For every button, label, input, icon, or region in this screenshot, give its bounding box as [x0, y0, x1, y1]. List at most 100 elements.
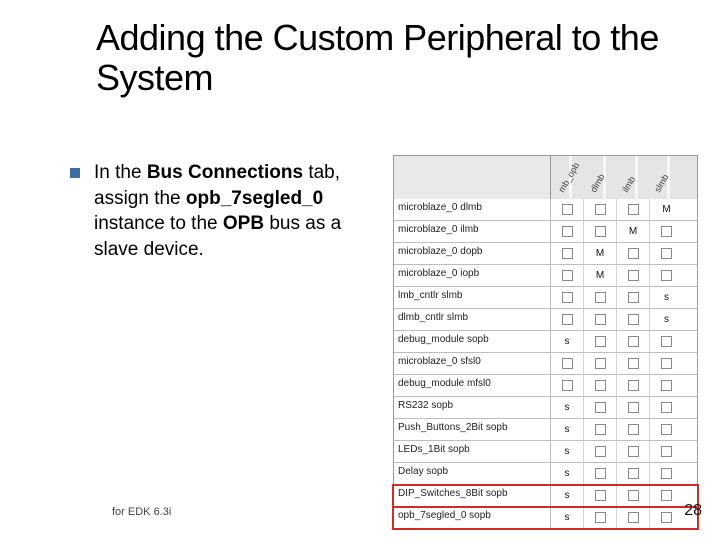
bus-cell[interactable] — [584, 375, 617, 396]
bus-cell[interactable]: M — [584, 243, 617, 264]
bus-cell[interactable] — [617, 287, 650, 308]
bus-cell[interactable] — [617, 485, 650, 506]
checkbox-icon[interactable] — [595, 490, 606, 501]
checkbox-icon[interactable] — [562, 248, 573, 259]
checkbox-icon[interactable] — [661, 512, 672, 523]
bus-cell[interactable] — [551, 309, 584, 330]
bus-cell[interactable] — [650, 265, 683, 286]
bus-cell[interactable]: s — [650, 309, 683, 330]
bus-cell[interactable] — [584, 309, 617, 330]
checkbox-icon[interactable] — [628, 270, 639, 281]
bus-cell[interactable] — [650, 243, 683, 264]
checkbox-icon[interactable] — [595, 512, 606, 523]
checkbox-icon[interactable] — [595, 292, 606, 303]
bus-cell[interactable] — [584, 441, 617, 462]
checkbox-icon[interactable] — [661, 226, 672, 237]
checkbox-icon[interactable] — [595, 336, 606, 347]
checkbox-icon[interactable] — [595, 204, 606, 215]
checkbox-icon[interactable] — [595, 358, 606, 369]
bus-cell[interactable] — [584, 353, 617, 374]
bus-cell[interactable] — [650, 507, 683, 528]
checkbox-icon[interactable] — [628, 402, 639, 413]
bus-cell[interactable]: s — [551, 507, 584, 528]
bus-cell[interactable] — [650, 331, 683, 352]
bus-cell[interactable] — [551, 265, 584, 286]
bus-cell[interactable] — [650, 419, 683, 440]
checkbox-icon[interactable] — [562, 204, 573, 215]
checkbox-icon[interactable] — [661, 446, 672, 457]
checkbox-icon[interactable] — [595, 468, 606, 479]
bus-cell[interactable] — [617, 463, 650, 484]
bus-cell[interactable] — [617, 309, 650, 330]
checkbox-icon[interactable] — [595, 314, 606, 325]
bus-cell[interactable] — [650, 485, 683, 506]
bus-cell[interactable] — [551, 199, 584, 220]
checkbox-icon[interactable] — [562, 380, 573, 391]
bus-cell[interactable] — [584, 287, 617, 308]
bus-cell[interactable] — [650, 463, 683, 484]
checkbox-icon[interactable] — [628, 358, 639, 369]
bus-cell[interactable] — [617, 441, 650, 462]
bus-cell[interactable]: s — [650, 287, 683, 308]
bus-cell[interactable]: s — [551, 397, 584, 418]
bus-cell[interactable] — [584, 507, 617, 528]
bus-cell[interactable] — [584, 463, 617, 484]
checkbox-icon[interactable] — [595, 226, 606, 237]
checkbox-icon[interactable] — [628, 336, 639, 347]
checkbox-icon[interactable] — [562, 292, 573, 303]
checkbox-icon[interactable] — [661, 336, 672, 347]
bus-cell[interactable] — [584, 397, 617, 418]
bus-cell[interactable] — [551, 243, 584, 264]
bus-cell[interactable] — [650, 441, 683, 462]
checkbox-icon[interactable] — [628, 204, 639, 215]
checkbox-icon[interactable] — [562, 270, 573, 281]
bus-cell[interactable] — [617, 353, 650, 374]
checkbox-icon[interactable] — [628, 380, 639, 391]
checkbox-icon[interactable] — [661, 248, 672, 259]
bus-cell[interactable] — [650, 353, 683, 374]
checkbox-icon[interactable] — [628, 424, 639, 435]
checkbox-icon[interactable] — [595, 402, 606, 413]
checkbox-icon[interactable] — [628, 446, 639, 457]
bus-cell[interactable] — [650, 397, 683, 418]
checkbox-icon[interactable] — [628, 292, 639, 303]
bus-cell[interactable] — [551, 375, 584, 396]
bus-cell[interactable]: M — [650, 199, 683, 220]
checkbox-icon[interactable] — [562, 226, 573, 237]
checkbox-icon[interactable] — [595, 424, 606, 435]
bus-cell[interactable] — [584, 331, 617, 352]
bus-cell[interactable] — [617, 265, 650, 286]
bus-cell[interactable] — [551, 221, 584, 242]
bus-cell[interactable] — [617, 331, 650, 352]
bus-cell[interactable]: s — [551, 485, 584, 506]
checkbox-icon[interactable] — [661, 424, 672, 435]
bus-cell[interactable] — [584, 485, 617, 506]
checkbox-icon[interactable] — [661, 380, 672, 391]
checkbox-icon[interactable] — [628, 314, 639, 325]
checkbox-icon[interactable] — [628, 248, 639, 259]
checkbox-icon[interactable] — [661, 468, 672, 479]
bus-cell[interactable]: s — [551, 463, 584, 484]
checkbox-icon[interactable] — [661, 270, 672, 281]
checkbox-icon[interactable] — [628, 512, 639, 523]
bus-cell[interactable] — [551, 353, 584, 374]
bus-cell[interactable] — [551, 287, 584, 308]
checkbox-icon[interactable] — [562, 358, 573, 369]
checkbox-icon[interactable] — [661, 358, 672, 369]
bus-cell[interactable] — [584, 199, 617, 220]
bus-cell[interactable] — [584, 221, 617, 242]
bus-cell[interactable]: s — [551, 419, 584, 440]
bus-cell[interactable] — [617, 397, 650, 418]
bus-cell[interactable] — [617, 375, 650, 396]
bus-cell[interactable]: M — [617, 221, 650, 242]
bus-cell[interactable] — [584, 419, 617, 440]
checkbox-icon[interactable] — [628, 468, 639, 479]
checkbox-icon[interactable] — [595, 380, 606, 391]
bus-cell[interactable] — [617, 419, 650, 440]
checkbox-icon[interactable] — [562, 314, 573, 325]
bus-cell[interactable] — [650, 375, 683, 396]
bus-cell[interactable]: s — [551, 331, 584, 352]
bus-cell[interactable] — [617, 199, 650, 220]
checkbox-icon[interactable] — [595, 446, 606, 457]
bus-cell[interactable]: s — [551, 441, 584, 462]
